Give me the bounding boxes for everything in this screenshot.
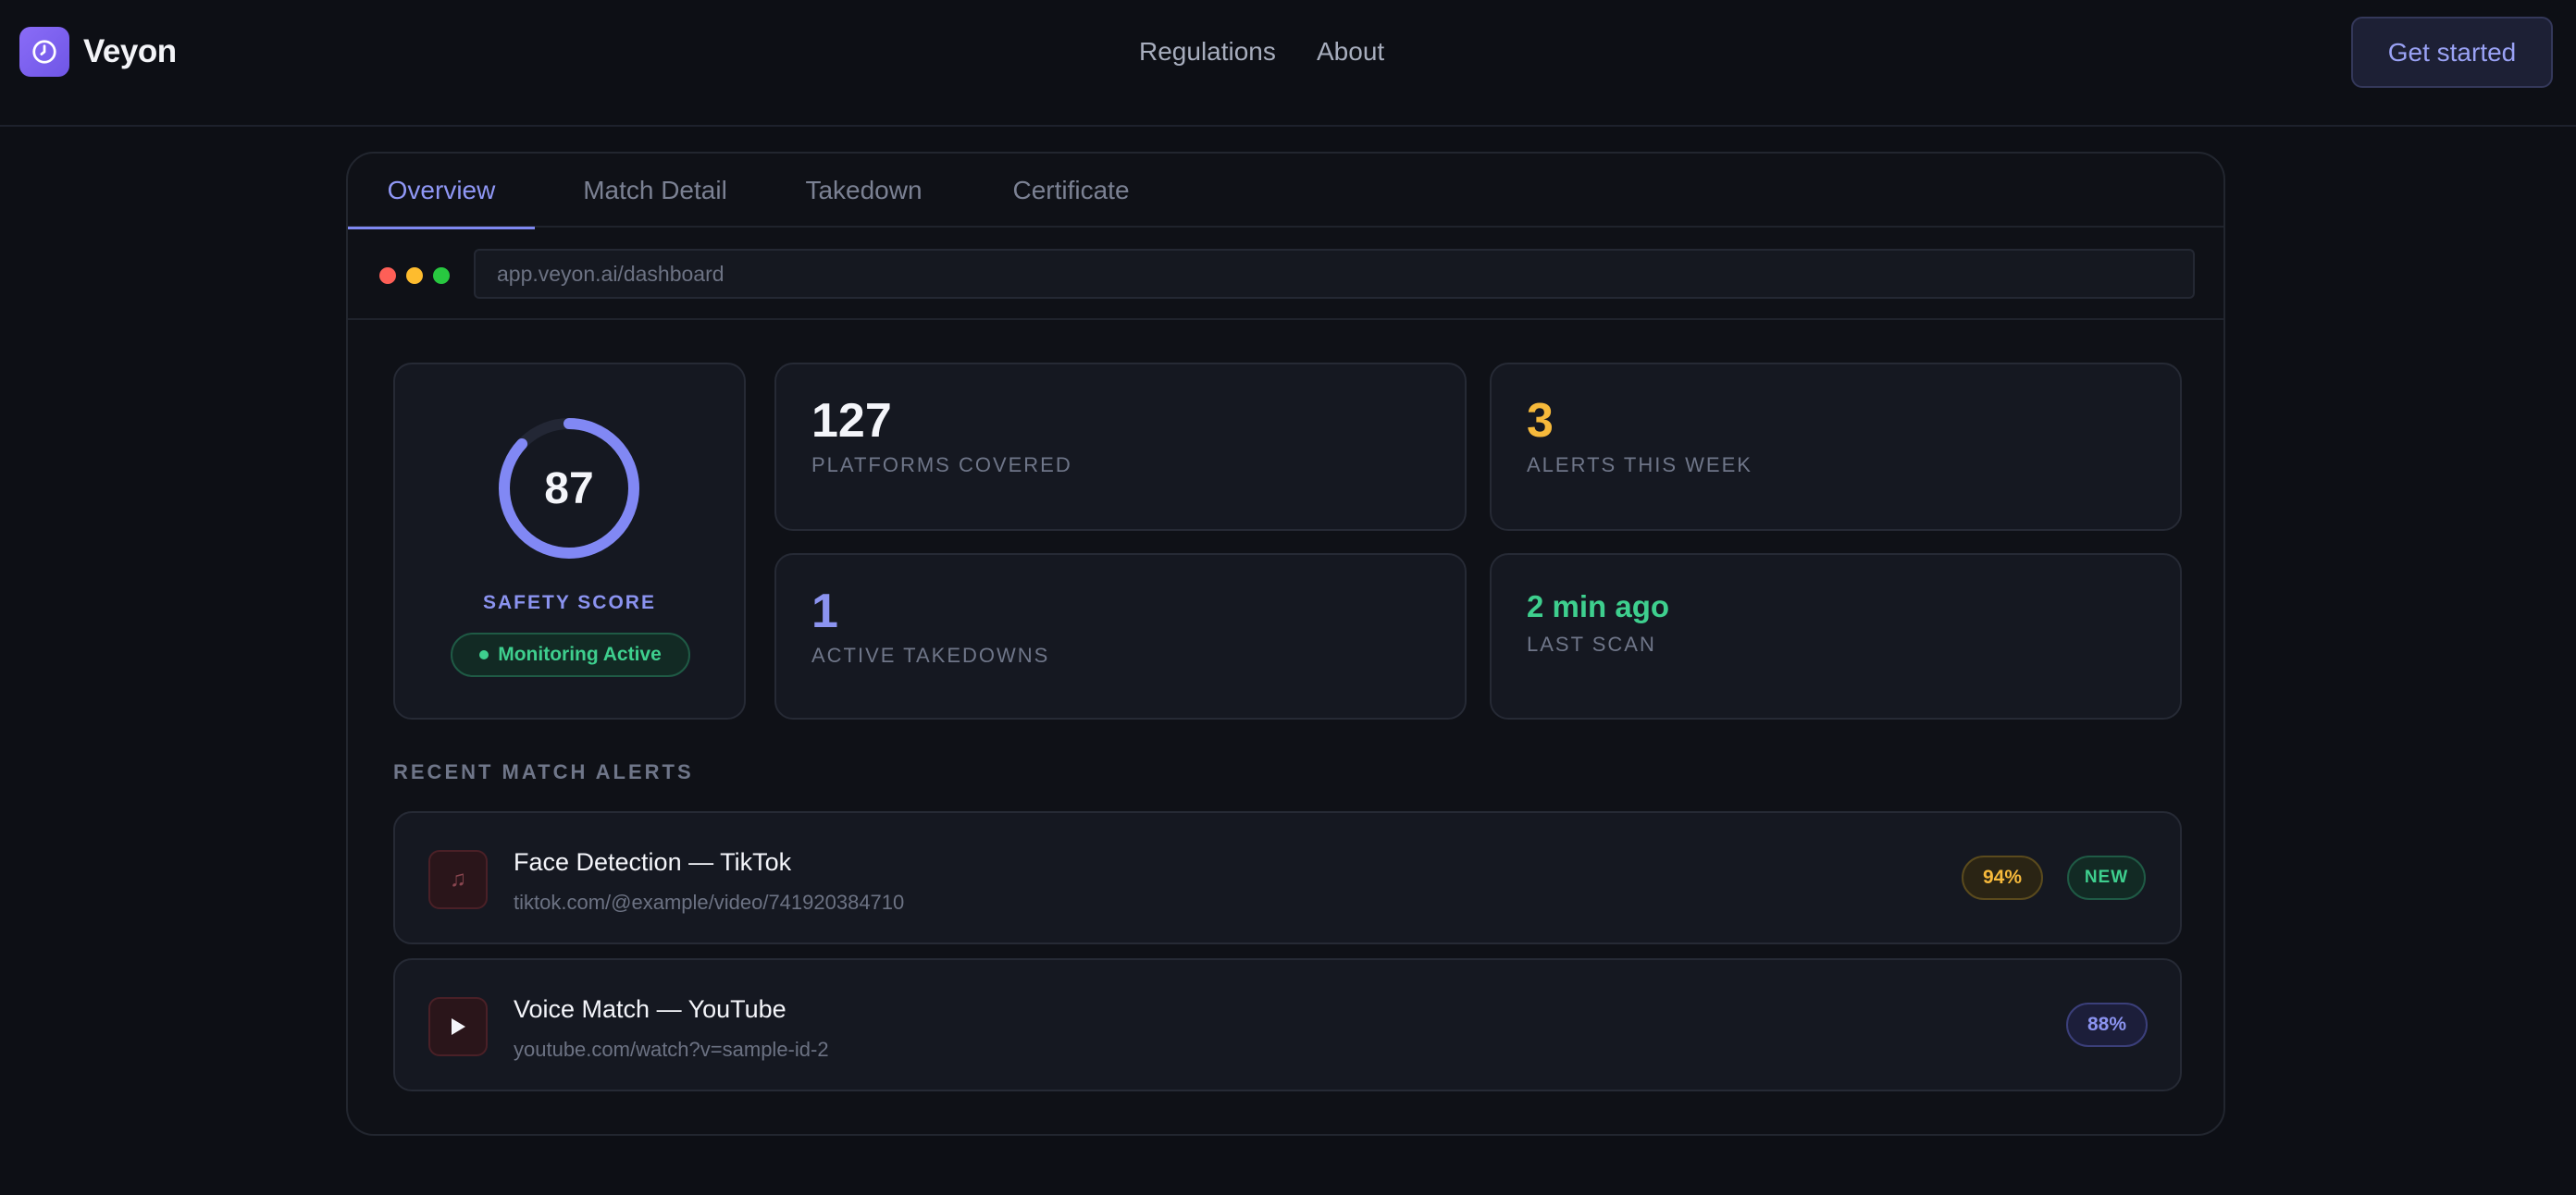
stat-value: 1 [811, 585, 838, 638]
window-minimize-dot [406, 267, 423, 284]
tab-bar: Overview Match Detail Takedown Certifica… [348, 154, 2223, 229]
stat-platforms-covered: 127 PLATFORMS COVERED [774, 363, 1467, 531]
alert-title: Voice Match — YouTube [514, 995, 786, 1023]
nav-link-regulations[interactable]: Regulations [1139, 35, 1276, 68]
stat-active-takedowns: 1 ACTIVE TAKEDOWNS [774, 553, 1467, 720]
brand-name[interactable]: Veyon [83, 31, 177, 72]
safety-score-panel: 87 SAFETY SCORE Monitoring Active [393, 363, 746, 720]
recent-alerts-heading: RECENT MATCH ALERTS [393, 760, 694, 783]
browser-chrome: app.veyon.ai/dashboard [348, 229, 2223, 320]
tab-takedown[interactable]: Takedown [774, 154, 954, 228]
alert-list-item[interactable]: ♫ Face Detection — TikTok tiktok.com/@ex… [393, 811, 2182, 944]
alert-url[interactable]: tiktok.com/@example/video/741920384710 [514, 889, 904, 917]
stat-last-scan: 2 min ago LAST SCAN [1490, 553, 2182, 720]
monitoring-status-text: Monitoring Active [498, 644, 662, 665]
nav-link-about[interactable]: About [1317, 35, 1384, 68]
logo-clock-icon[interactable] [19, 27, 69, 77]
stat-value: 2 min ago [1527, 589, 1670, 623]
tab-overview[interactable]: Overview [348, 154, 535, 229]
alert-url[interactable]: youtube.com/watch?v=sample-id-2 [514, 1036, 829, 1064]
status-dot-icon [479, 650, 489, 659]
stat-value: 3 [1527, 394, 1554, 448]
monitoring-status-badge: Monitoring Active [451, 633, 690, 677]
alert-title: Face Detection — TikTok [514, 848, 792, 876]
music-note-icon: ♫ [428, 850, 488, 909]
stat-caption: LAST SCAN [1527, 633, 1656, 656]
dashboard-card: Overview Match Detail Takedown Certifica… [346, 152, 2225, 1136]
get-started-button[interactable]: Get started [2351, 17, 2553, 88]
tab-match-detail[interactable]: Match Detail [560, 154, 750, 228]
alert-list-item[interactable]: Voice Match — YouTube youtube.com/watch?… [393, 958, 2182, 1091]
window-close-dot [379, 267, 396, 284]
stat-alerts-this-week: 3 ALERTS THIS WEEK [1490, 363, 2182, 531]
stat-caption: ACTIVE TAKEDOWNS [811, 644, 1050, 667]
top-navbar: Veyon Regulations About Get started [0, 0, 2576, 127]
tab-certificate[interactable]: Certificate [977, 154, 1165, 228]
safety-score-value: 87 [544, 463, 594, 513]
safety-score-label: SAFETY SCORE [483, 592, 656, 613]
stat-value: 127 [811, 394, 892, 448]
address-bar[interactable]: app.veyon.ai/dashboard [474, 249, 2195, 299]
window-maximize-dot [433, 267, 450, 284]
confidence-badge: 88% [2066, 1003, 2148, 1047]
play-icon [428, 997, 488, 1056]
stat-caption: ALERTS THIS WEEK [1527, 453, 1752, 476]
confidence-badge: 94% [1962, 856, 2043, 900]
new-badge: NEW [2067, 856, 2146, 900]
stat-caption: PLATFORMS COVERED [811, 453, 1072, 476]
